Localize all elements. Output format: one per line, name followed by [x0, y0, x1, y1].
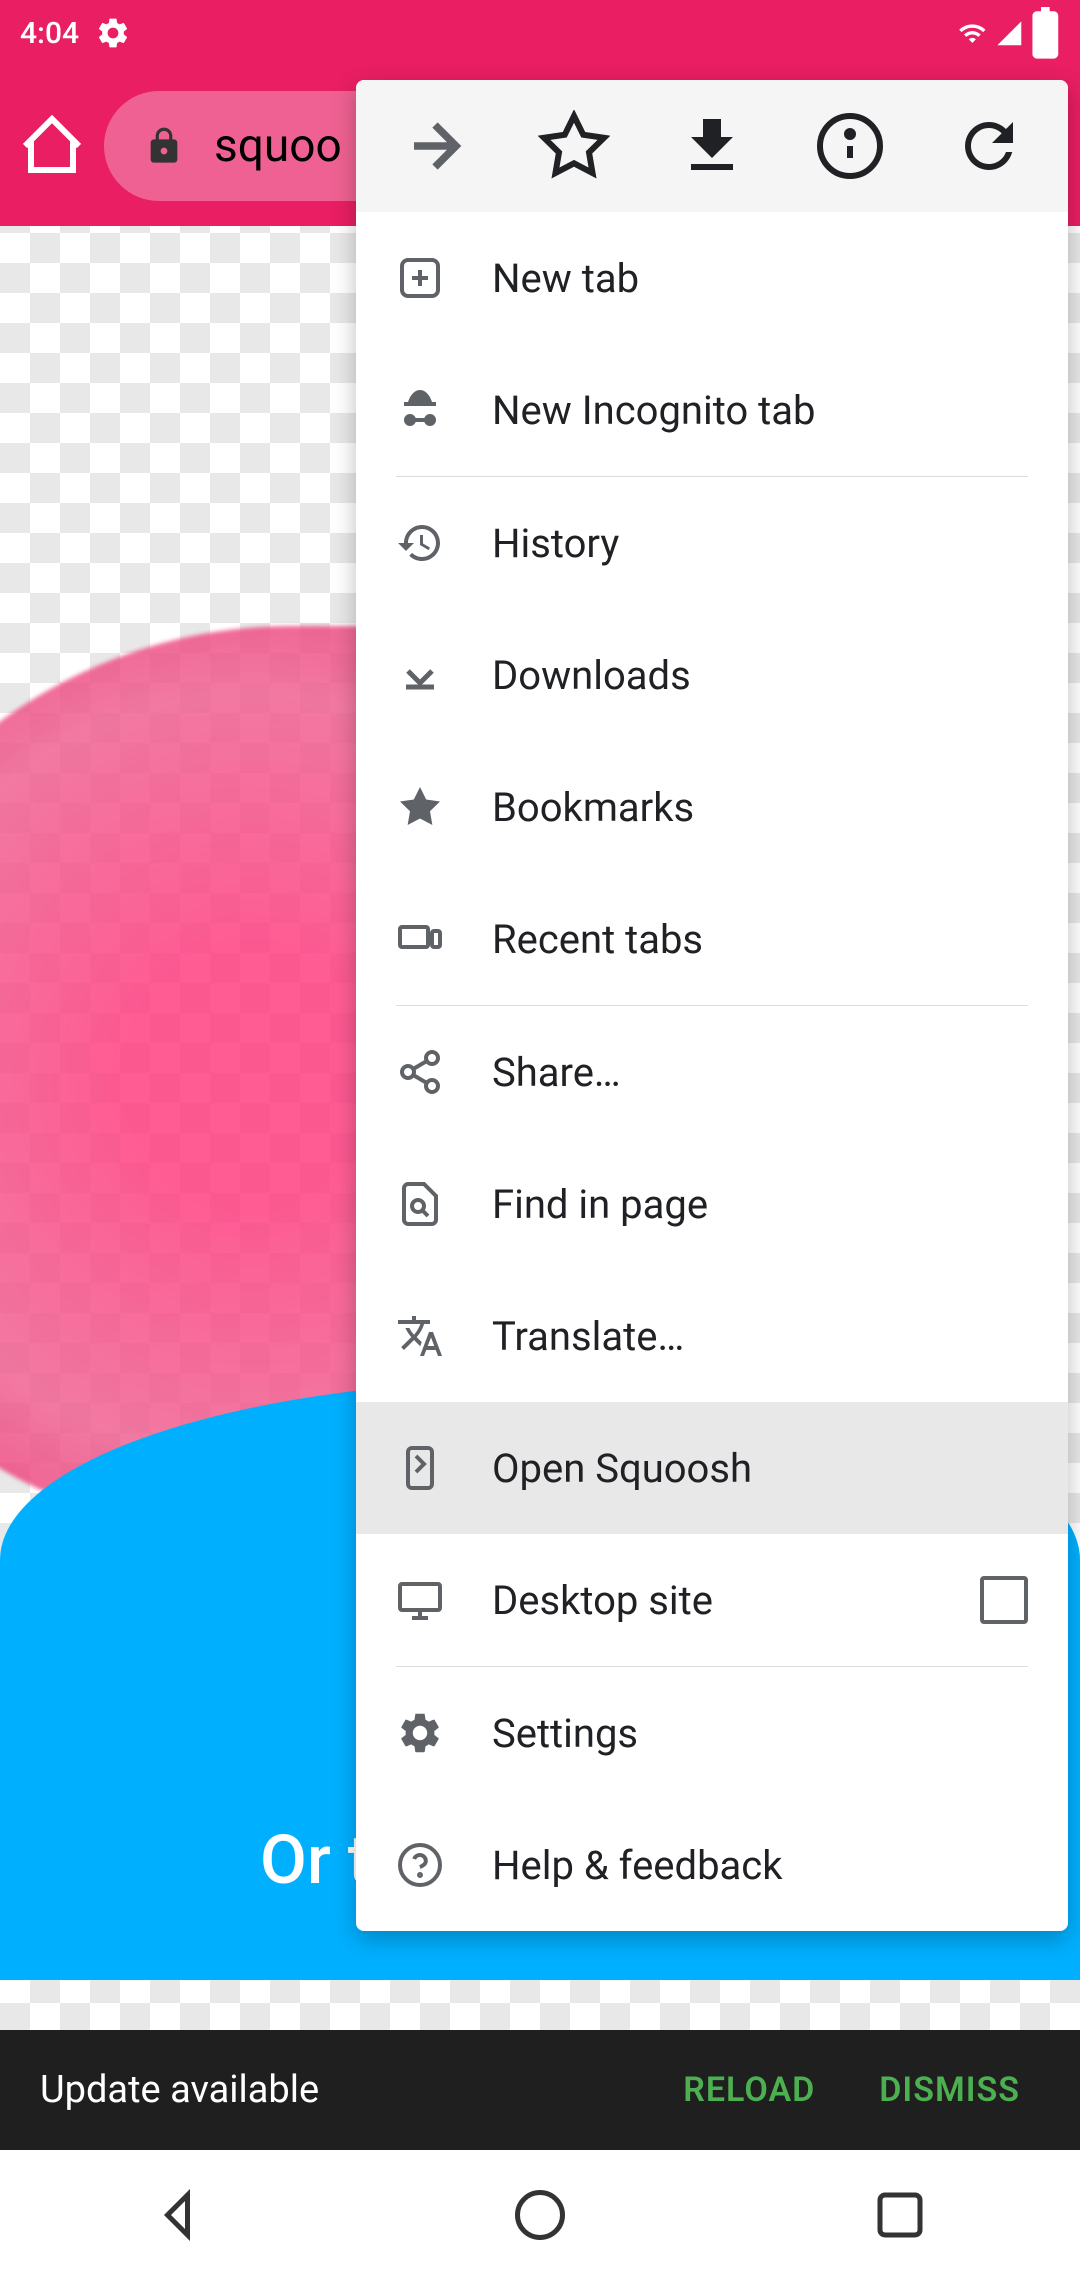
home-button[interactable]	[16, 110, 88, 182]
menu-new-incognito-label: New Incognito tab	[492, 387, 815, 434]
status-time: 4:04	[20, 16, 79, 51]
status-left: 4:04	[20, 15, 131, 51]
find-in-page-icon	[396, 1180, 444, 1228]
url-text: squoo	[214, 119, 342, 173]
reload-action[interactable]: RELOAD	[663, 2070, 835, 2110]
bookmark-star-button[interactable]	[538, 110, 610, 182]
menu-open-app-label: Open Squoosh	[492, 1445, 752, 1492]
menu-find-in-page[interactable]: Find in page	[356, 1138, 1068, 1270]
incognito-icon	[396, 386, 444, 434]
partial-text: Or t	[260, 1820, 370, 1900]
settings-gear-icon	[396, 1709, 444, 1757]
browser-overflow-menu: New tab New Incognito tab History Downlo…	[356, 80, 1068, 1931]
signal-icon	[995, 19, 1024, 48]
lock-icon	[144, 126, 184, 166]
menu-bookmarks-label: Bookmarks	[492, 784, 694, 831]
menu-history-label: History	[492, 520, 619, 567]
menu-share-label: Share…	[492, 1049, 621, 1096]
menu-translate[interactable]: Translate…	[356, 1270, 1068, 1402]
menu-desktop-label: Desktop site	[492, 1577, 713, 1624]
menu-desktop-site[interactable]: Desktop site	[356, 1534, 1068, 1666]
menu-find-label: Find in page	[492, 1181, 708, 1228]
translate-icon	[396, 1312, 444, 1360]
menu-new-incognito-tab[interactable]: New Incognito tab	[356, 344, 1068, 476]
menu-settings[interactable]: Settings	[356, 1667, 1068, 1799]
menu-open-app[interactable]: Open Squoosh	[356, 1402, 1068, 1534]
menu-downloads-label: Downloads	[492, 652, 691, 699]
menu-downloads[interactable]: Downloads	[356, 609, 1068, 741]
info-button[interactable]	[814, 110, 886, 182]
home-nav-button[interactable]	[510, 2185, 570, 2245]
new-tab-icon	[396, 254, 444, 302]
menu-icon-row	[356, 80, 1068, 212]
menu-bookmarks[interactable]: Bookmarks	[356, 741, 1068, 873]
status-bar: 4:04	[0, 0, 1080, 66]
menu-recent-tabs-label: Recent tabs	[492, 916, 703, 963]
downloads-icon	[396, 651, 444, 699]
android-nav-bar	[0, 2150, 1080, 2280]
snackbar-message: Update available	[40, 2068, 639, 2112]
menu-share[interactable]: Share…	[356, 1006, 1068, 1138]
battery-icon	[1031, 7, 1060, 59]
gear-icon	[95, 15, 131, 51]
recent-tabs-icon	[396, 915, 444, 963]
status-right	[958, 7, 1060, 59]
update-snackbar: Update available RELOAD DISMISS	[0, 2030, 1080, 2150]
back-nav-button[interactable]	[150, 2185, 210, 2245]
open-app-icon	[396, 1444, 444, 1492]
menu-recent-tabs[interactable]: Recent tabs	[356, 873, 1068, 1005]
bookmarks-star-icon	[396, 783, 444, 831]
menu-history[interactable]: History	[356, 477, 1068, 609]
share-icon	[396, 1048, 444, 1096]
download-button[interactable]	[676, 110, 748, 182]
reload-button[interactable]	[953, 110, 1025, 182]
menu-help-label: Help & feedback	[492, 1842, 783, 1889]
menu-help[interactable]: Help & feedback	[356, 1799, 1068, 1931]
desktop-site-checkbox[interactable]	[980, 1576, 1028, 1624]
forward-button[interactable]	[399, 110, 471, 182]
menu-settings-label: Settings	[492, 1710, 638, 1757]
dismiss-action[interactable]: DISMISS	[859, 2070, 1040, 2110]
wifi-icon	[958, 19, 987, 48]
desktop-icon	[396, 1576, 444, 1624]
help-icon	[396, 1841, 444, 1889]
recents-nav-button[interactable]	[870, 2185, 930, 2245]
menu-translate-label: Translate…	[492, 1313, 684, 1360]
menu-new-tab[interactable]: New tab	[356, 212, 1068, 344]
history-icon	[396, 519, 444, 567]
menu-new-tab-label: New tab	[492, 255, 639, 302]
